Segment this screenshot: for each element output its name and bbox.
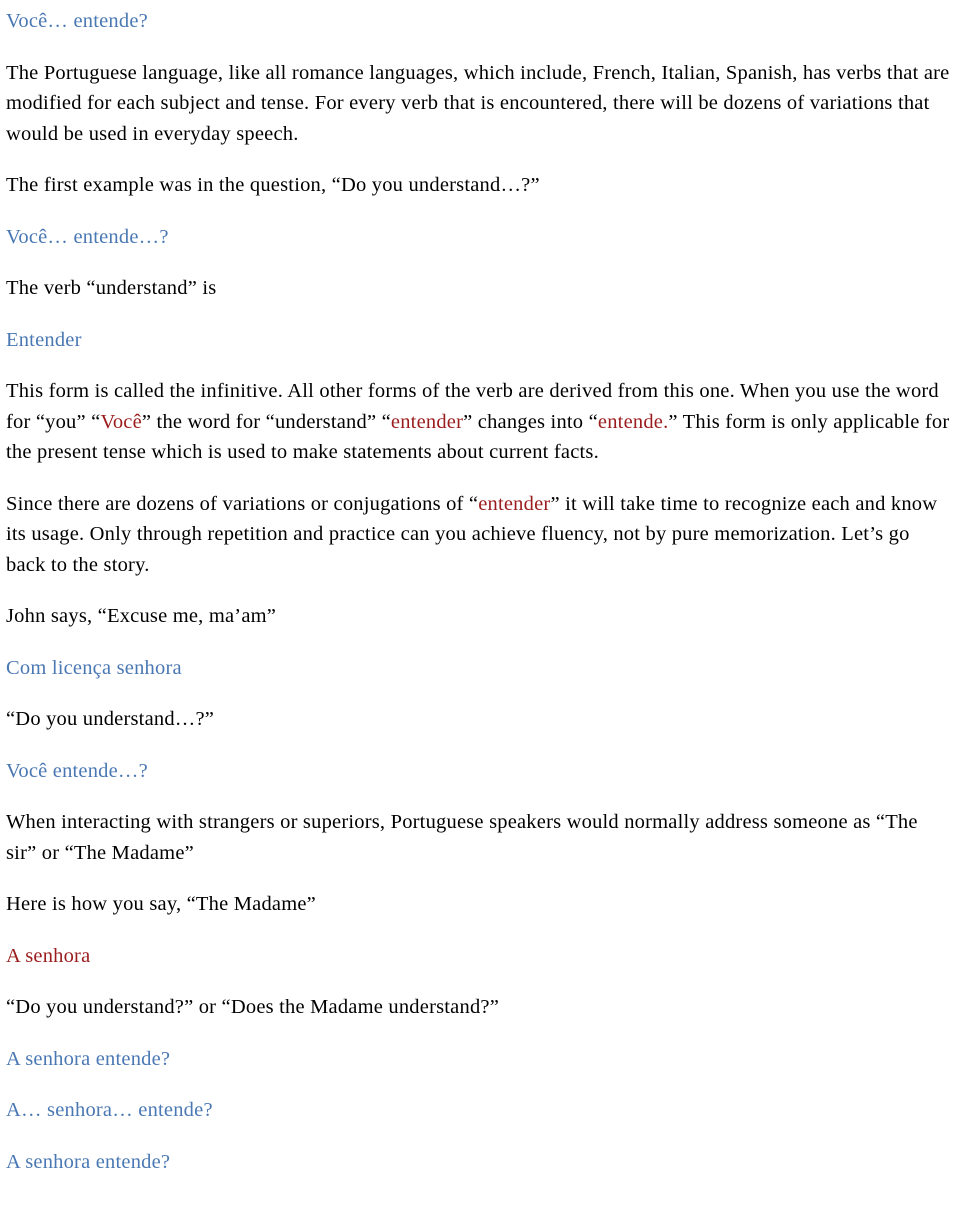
line-a-senhora-entende-2: A… senhora… entende? — [6, 1099, 213, 1121]
para-infinitive: This form is called the infinitive. All … — [6, 376, 950, 468]
highlighted-word-entender: entender — [478, 492, 551, 515]
document-body: Você… entende? The Portuguese language, … — [0, 0, 960, 1177]
text-run: Since there are dozens of variations or … — [6, 492, 479, 515]
para-strangers-superiors: When interacting with strangers or super… — [6, 811, 918, 864]
line-a-senhora-entende-3: A senhora entende? — [6, 1150, 171, 1173]
line-verb-understand: The verb “understand” is — [6, 277, 217, 299]
line-voce-entende-2: Você… entende…? — [6, 225, 169, 248]
para-dozens-variations: Since there are dozens of variations or … — [6, 489, 950, 581]
heading-voce-entende: Você… entende? — [6, 10, 148, 32]
text-run: ” changes into “ — [463, 410, 598, 433]
line-do-you-understand-madame: “Do you understand?” or “Does the Madame… — [6, 996, 500, 1018]
para-first-example: The first example was in the question, “… — [6, 174, 540, 196]
line-entender: Entender — [6, 328, 82, 351]
text-run: ” the word for “understand” “ — [141, 410, 391, 433]
line-com-licenca: Com licença senhora — [6, 656, 182, 679]
line-voce-entende-3: Você entende…? — [6, 759, 148, 782]
line-a-senhora-entende-1: A senhora entende? — [6, 1047, 171, 1070]
highlighted-word-voce: Você — [100, 410, 142, 433]
line-john-says: John says, “Excuse me, ma’am” — [6, 605, 277, 627]
line-here-is-how: Here is how you say, “The Madame” — [6, 893, 316, 915]
line-a-senhora-red: A senhora — [6, 944, 91, 967]
para-portuguese-language: The Portuguese language, like all romanc… — [6, 61, 950, 145]
line-do-you-understand: “Do you understand…?” — [6, 708, 215, 730]
highlighted-word-entende: entende. — [597, 410, 669, 433]
highlighted-word-entender: entender — [390, 410, 464, 433]
document-page: Você… entende? The Portuguese language, … — [0, 0, 960, 1226]
